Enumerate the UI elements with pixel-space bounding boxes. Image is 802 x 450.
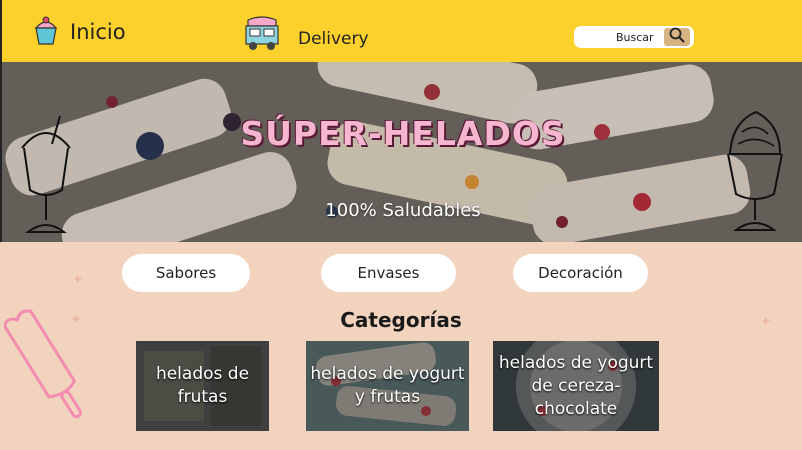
tab-decoracion[interactable]: Decoración	[513, 254, 648, 292]
category-card-label: helados de frutas	[155, 364, 250, 407]
tab-envases[interactable]: Envases	[321, 254, 456, 292]
search-box[interactable]: Buscar	[574, 26, 694, 48]
hero-subtitle: 100% Saludables	[325, 200, 481, 221]
hero-banner: SÚPER-HELADOS 100% Saludables	[0, 62, 802, 242]
nav-delivery-label: Delivery	[298, 29, 369, 49]
category-card-label: helados de yogurt y frutas	[310, 364, 465, 407]
cupcake-icon	[32, 14, 60, 50]
food-truck-icon	[242, 16, 282, 56]
top-nav-bar: Inicio Delivery Buscar	[0, 0, 802, 62]
nav-delivery-link[interactable]: Delivery	[242, 16, 369, 56]
hero-title: SÚPER-HELADOS	[240, 114, 566, 153]
categories-heading: Categorías	[340, 308, 462, 332]
search-icon	[669, 27, 685, 47]
search-button[interactable]	[664, 27, 690, 47]
tab-sabores[interactable]: Sabores	[122, 254, 250, 292]
category-card-yogurt-cereza[interactable]: helados de yogurt de cereza-chocolate	[493, 341, 659, 431]
nav-home-label: Inicio	[70, 20, 126, 44]
nav-home-link[interactable]: Inicio	[32, 14, 126, 50]
search-label: Buscar	[616, 30, 654, 44]
category-card-label: helados de yogurt de cereza-chocolate	[498, 352, 654, 419]
category-card-yogurt-frutas[interactable]: helados de yogurt y frutas	[306, 341, 469, 431]
sparkle-decoration: ✦	[72, 272, 84, 288]
category-tabs: Sabores Envases Decoración	[0, 254, 802, 292]
category-card-frutas[interactable]: helados de frutas	[136, 341, 269, 431]
